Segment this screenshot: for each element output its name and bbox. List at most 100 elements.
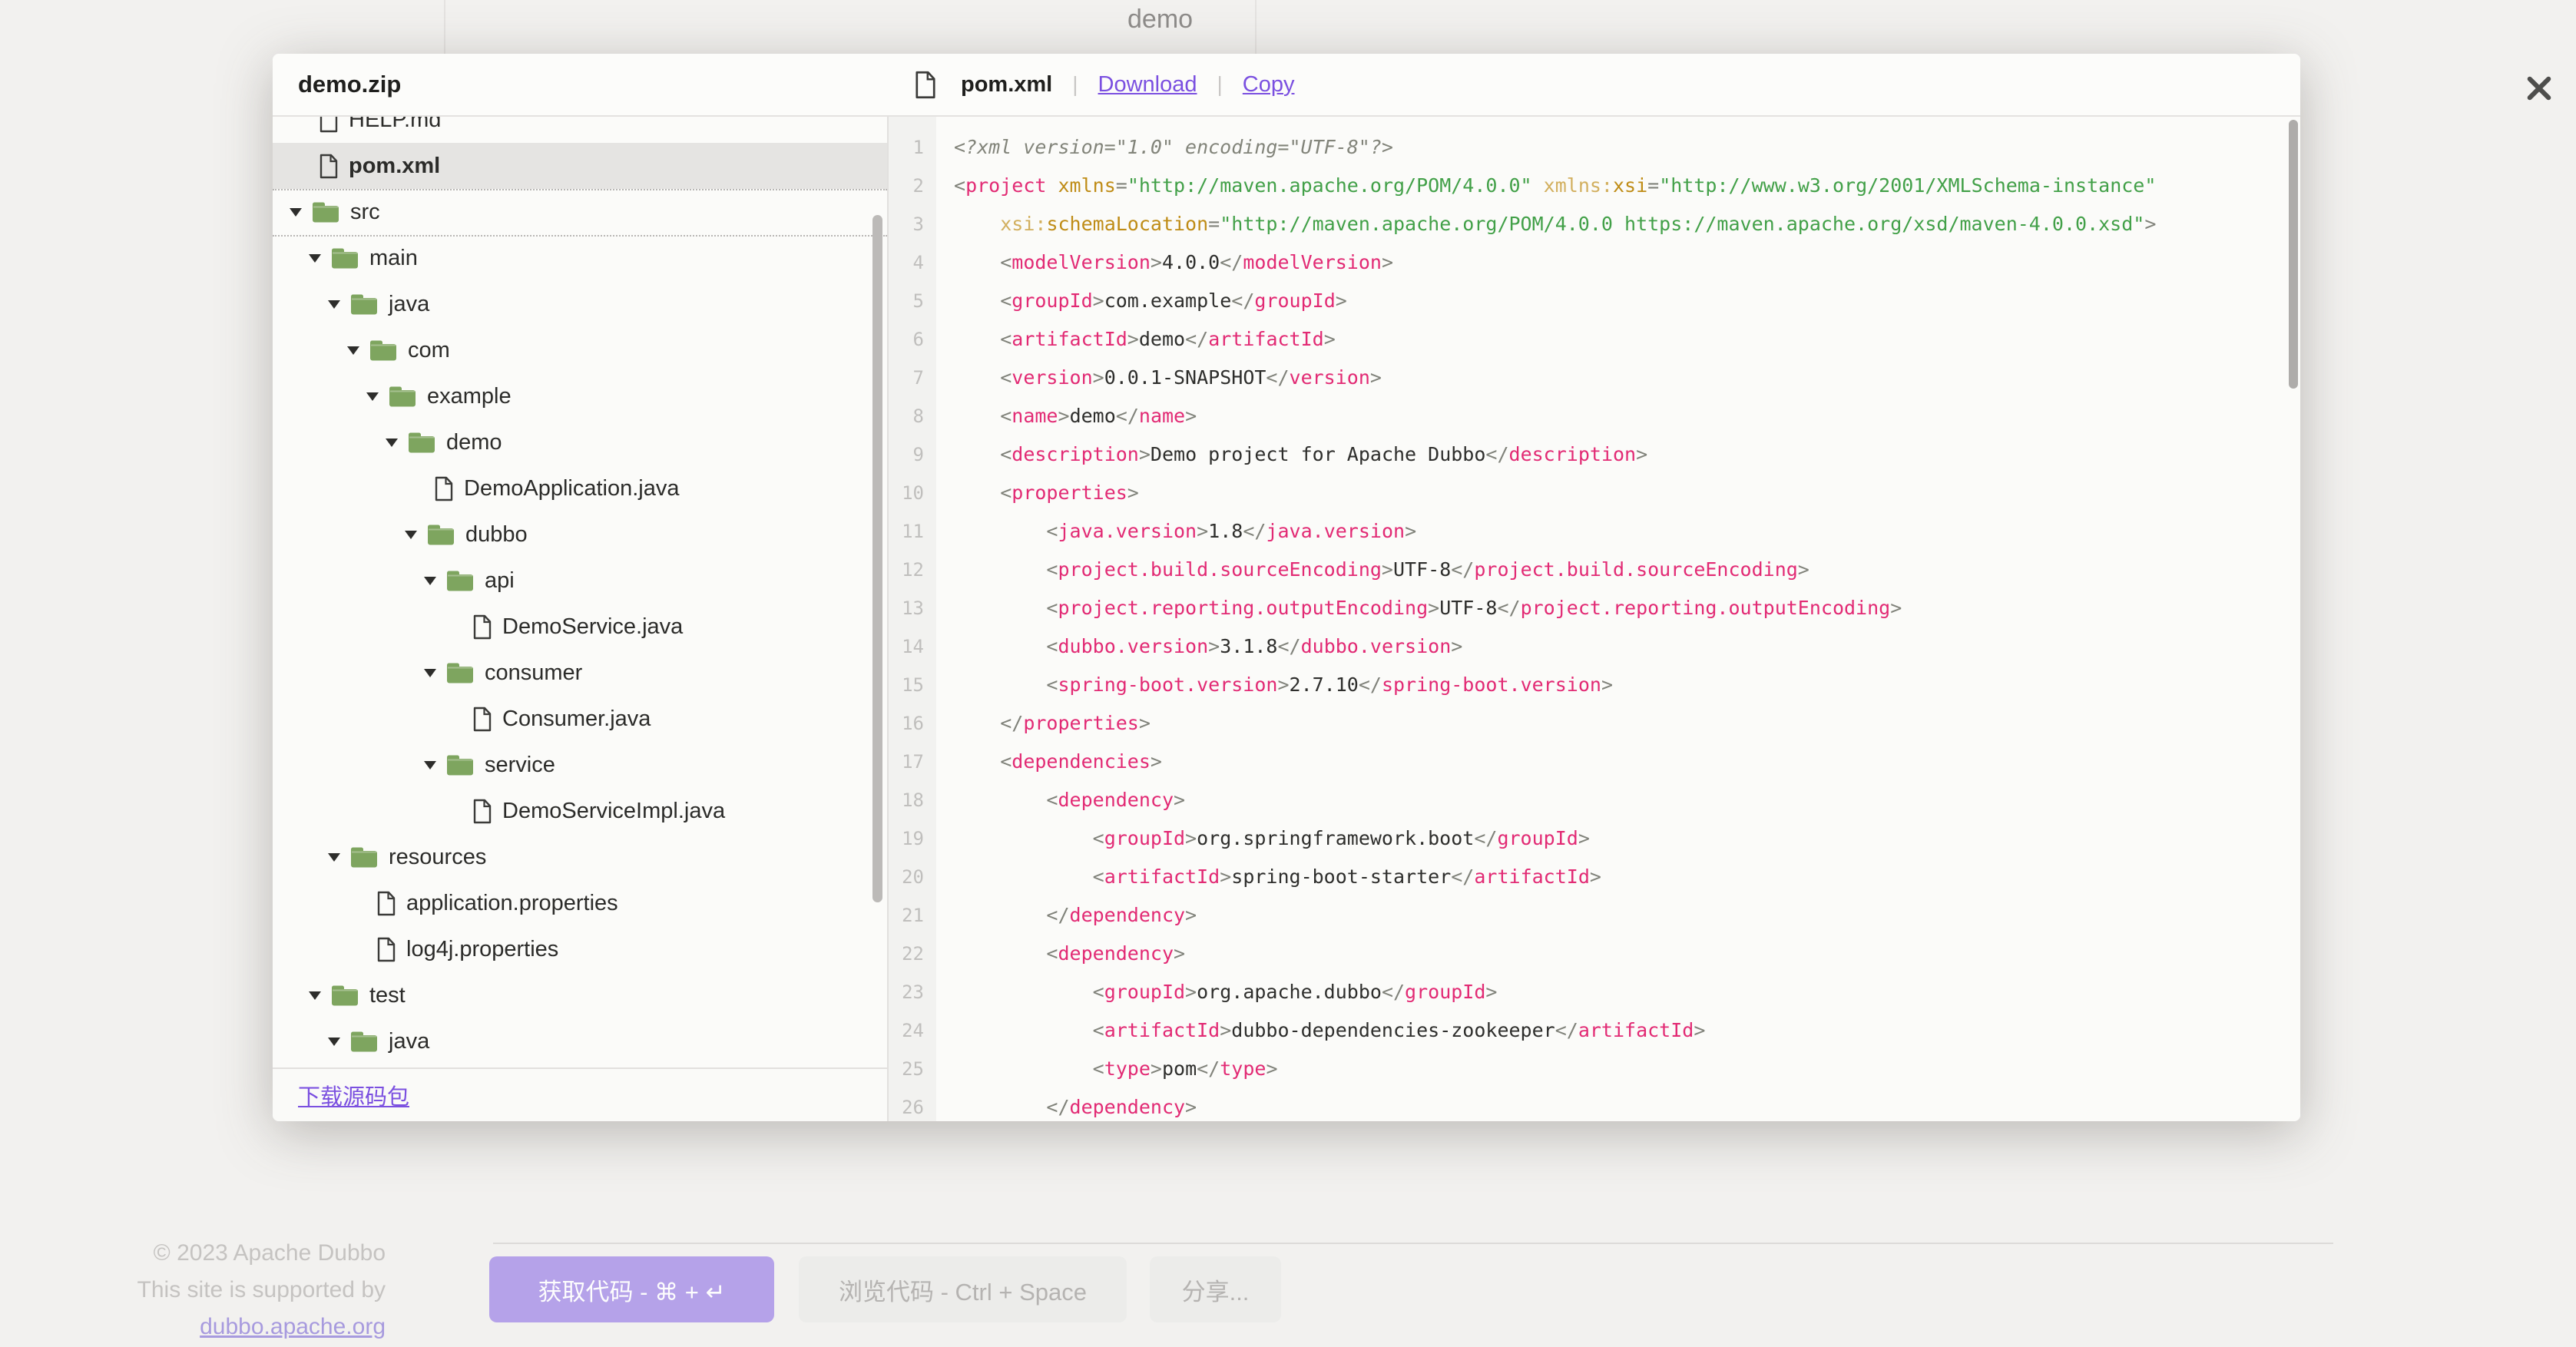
file-icon	[376, 891, 396, 916]
code-panel: 1<?xml version="1.0" encoding="UTF-8"?>2…	[889, 117, 2300, 1121]
page-footer: © 2023 Apache Dubbo This site is support…	[0, 1235, 386, 1345]
folder-icon	[349, 293, 379, 316]
caret-down-icon[interactable]	[384, 437, 399, 448]
caret-down-icon[interactable]	[403, 529, 419, 540]
tree-item-service[interactable]: service	[273, 742, 887, 788]
code-line: 23 <groupId>org.apache.dubbo</groupId>	[889, 973, 2300, 1011]
tree-item-java[interactable]: java	[273, 281, 887, 327]
line-number: 18	[889, 781, 936, 819]
code-line: 6 <artifactId>demo</artifactId>	[889, 320, 2300, 359]
copy-link[interactable]: Copy	[1243, 72, 1295, 98]
file-icon	[472, 799, 492, 824]
tree-item-demoapplication-java[interactable]: DemoApplication.java	[273, 465, 887, 511]
tree-item-label: dubbo	[465, 522, 528, 548]
file-icon	[376, 937, 396, 962]
line-number: 24	[889, 1011, 936, 1050]
supported-by-text: This site is supported by	[0, 1272, 386, 1309]
dubbo-apache-org-link[interactable]: dubbo.apache.org	[200, 1314, 386, 1339]
tree-item-label: src	[350, 200, 380, 225]
caret-down-icon[interactable]	[365, 391, 380, 402]
copyright-text: © 2023 Apache Dubbo	[0, 1235, 386, 1272]
file-icon	[319, 117, 339, 133]
file-icon	[434, 476, 454, 501]
code-line: 13 <project.reporting.outputEncoding>UTF…	[889, 589, 2300, 627]
caret-down-icon[interactable]	[307, 990, 323, 1001]
code-line: 2<project xmlns="http://maven.apache.org…	[889, 167, 2300, 205]
tree-item-label: pom.xml	[349, 154, 440, 179]
tree-item-label: test	[369, 983, 406, 1008]
line-number: 25	[889, 1050, 936, 1088]
download-link[interactable]: Download	[1098, 72, 1197, 98]
code-line: 7 <version>0.0.1-SNAPSHOT</version>	[889, 359, 2300, 397]
tree-item-log4j-properties[interactable]: log4j.properties	[273, 926, 887, 972]
tree-item-consumer[interactable]: consumer	[273, 650, 887, 696]
code-line: 20 <artifactId>spring-boot-starter</arti…	[889, 858, 2300, 896]
code-line: 4 <modelVersion>4.0.0</modelVersion>	[889, 243, 2300, 282]
close-button[interactable]	[2518, 68, 2561, 111]
code-line: 1<?xml version="1.0" encoding="UTF-8"?>	[889, 128, 2300, 167]
caret-down-icon[interactable]	[307, 253, 323, 263]
tree-item-demoserviceimpl-java[interactable]: DemoServiceImpl.java	[273, 788, 887, 834]
tree-item-label: java	[389, 292, 429, 317]
caret-down-icon[interactable]	[346, 345, 361, 356]
modal-header: demo.zip pom.xml | Download | Copy	[273, 54, 2300, 117]
line-number: 23	[889, 973, 936, 1011]
file-icon	[914, 71, 937, 99]
tree-item-consumer-java[interactable]: Consumer.java	[273, 696, 887, 742]
background-panel-divider-right	[1255, 0, 1257, 54]
tree-item-test[interactable]: test	[273, 972, 887, 1018]
tree-item-label: HELP.md	[349, 117, 441, 133]
tree-item-pom-xml[interactable]: pom.xml	[273, 143, 887, 189]
folder-icon	[349, 846, 379, 869]
line-number: 4	[889, 243, 936, 282]
caret-down-icon[interactable]	[288, 207, 303, 217]
tree-item-api[interactable]: api	[273, 558, 887, 604]
code-line: 21 </dependency>	[889, 896, 2300, 935]
line-number: 15	[889, 666, 936, 704]
tree-item-label: DemoService.java	[502, 614, 683, 640]
tree-item-com[interactable]: com	[273, 327, 887, 373]
tree-footer: 下载源码包	[273, 1067, 887, 1121]
caret-down-icon[interactable]	[422, 760, 438, 770]
tree-item-demo[interactable]: demo	[273, 419, 887, 465]
folder-icon	[388, 385, 417, 409]
share-button[interactable]: 分享...	[1150, 1256, 1281, 1322]
file-icon	[319, 154, 339, 179]
tree-item-label: log4j.properties	[406, 937, 558, 962]
code-line: 26 </dependency>	[889, 1088, 2300, 1121]
caret-down-icon[interactable]	[326, 1036, 342, 1047]
code-line: 18 <dependency>	[889, 781, 2300, 819]
tree-item-application-properties[interactable]: application.properties	[273, 880, 887, 926]
get-code-button[interactable]: 获取代码 - ⌘ + ↵	[489, 1256, 774, 1322]
code-line: 12 <project.build.sourceEncoding>UTF-8</…	[889, 551, 2300, 589]
archive-name: demo.zip	[273, 71, 889, 98]
tree-item-dubbo[interactable]: dubbo	[273, 511, 887, 558]
caret-down-icon[interactable]	[422, 667, 438, 678]
tree-item-label: com	[408, 338, 450, 363]
caret-down-icon[interactable]	[326, 299, 342, 309]
tree-item-main[interactable]: main	[273, 235, 887, 281]
line-number: 19	[889, 819, 936, 858]
close-icon	[2524, 73, 2554, 106]
code-line: 8 <name>demo</name>	[889, 397, 2300, 435]
tree-item-help-md[interactable]: HELP.md	[273, 117, 887, 143]
code-line: 5 <groupId>com.example</groupId>	[889, 282, 2300, 320]
tree-scrollbar[interactable]	[872, 215, 882, 902]
code-line: 15 <spring-boot.version>2.7.10</spring-b…	[889, 666, 2300, 704]
tree-item-src[interactable]: src	[273, 189, 887, 235]
tree-item-label: java	[389, 1029, 429, 1054]
browse-code-button[interactable]: 浏览代码 - Ctrl + Space	[799, 1256, 1127, 1322]
tree-item-resources[interactable]: resources	[273, 834, 887, 880]
tree-item-demoservice-java[interactable]: DemoService.java	[273, 604, 887, 650]
caret-down-icon[interactable]	[326, 852, 342, 862]
line-number: 3	[889, 205, 936, 243]
tree-item-example[interactable]: example	[273, 373, 887, 419]
folder-icon	[407, 431, 436, 455]
line-number: 2	[889, 167, 936, 205]
code-scrollbar[interactable]	[2289, 120, 2298, 389]
caret-down-icon[interactable]	[422, 575, 438, 586]
download-source-package-link[interactable]: 下载源码包	[298, 1079, 409, 1111]
background-panel-divider-left	[444, 0, 445, 54]
tree-item-java[interactable]: java	[273, 1018, 887, 1064]
tree-item-label: example	[427, 384, 512, 409]
